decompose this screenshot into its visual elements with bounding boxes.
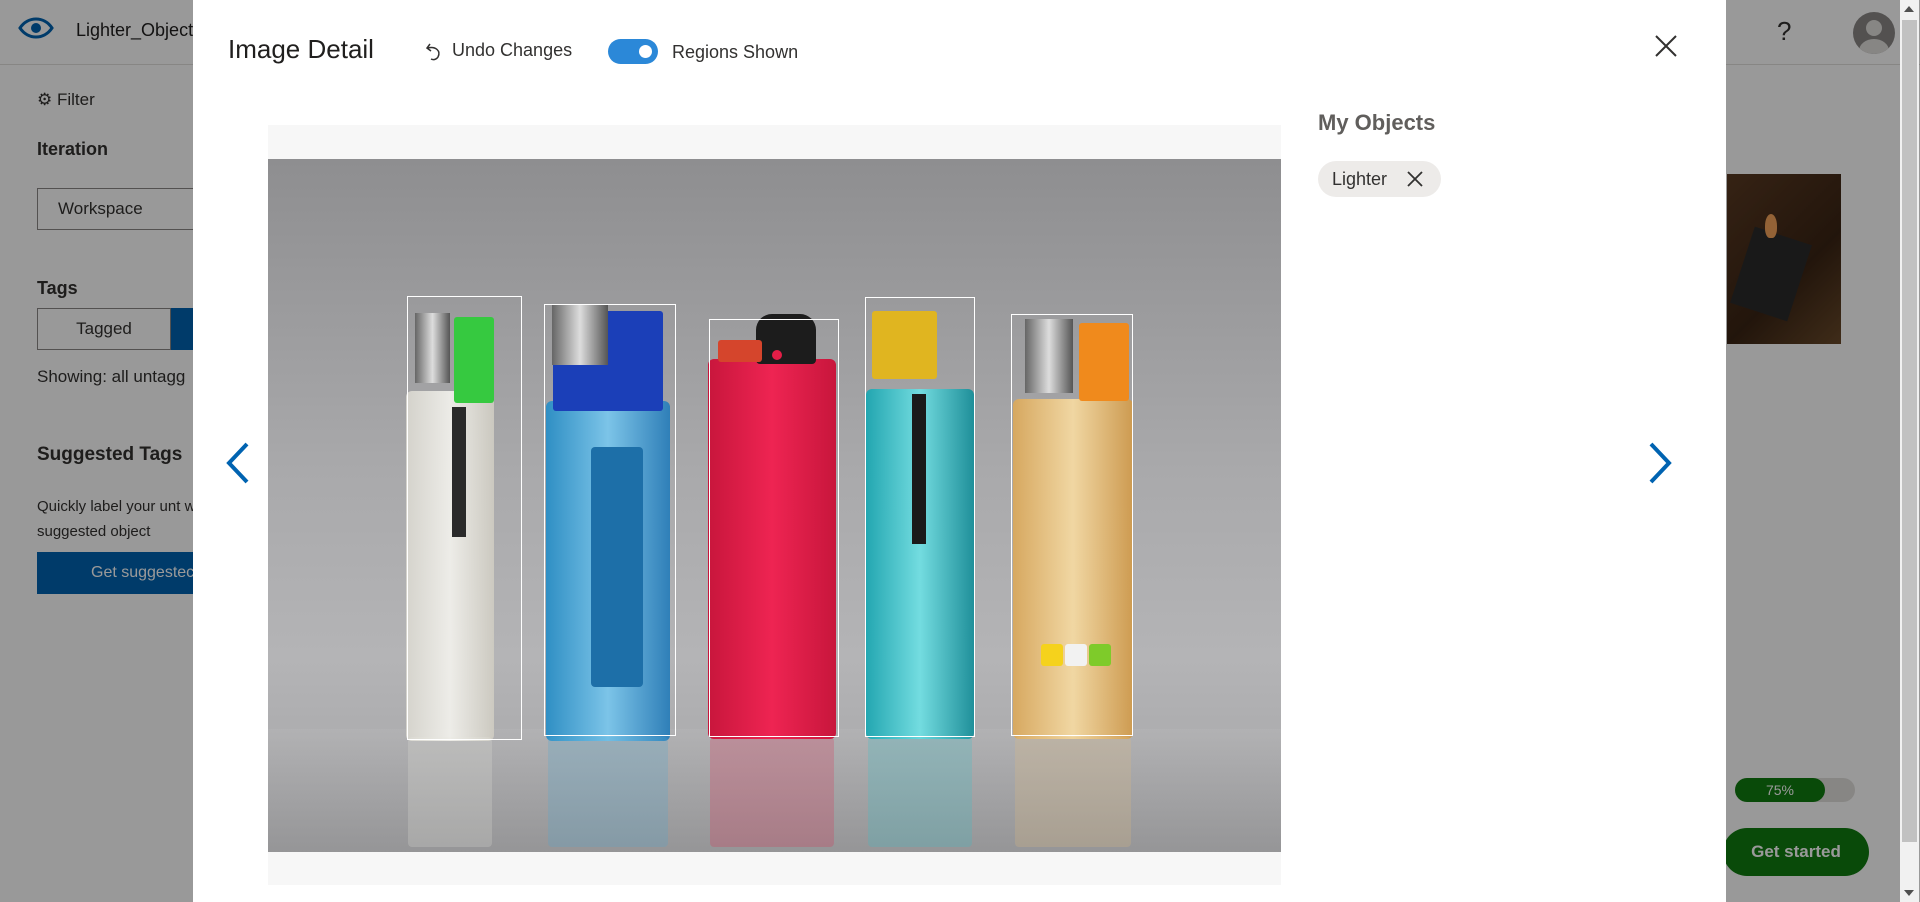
- scroll-up-icon[interactable]: [1904, 6, 1914, 12]
- region-box-3[interactable]: [709, 319, 839, 737]
- undo-changes-button[interactable]: Undo Changes: [426, 40, 572, 61]
- close-icon[interactable]: [1407, 171, 1423, 187]
- region-box-1[interactable]: [407, 296, 522, 740]
- regions-toggle-label: Regions Shown: [672, 42, 799, 62]
- chevron-right-icon[interactable]: [1645, 440, 1675, 486]
- scroll-down-icon[interactable]: [1904, 890, 1914, 896]
- my-objects-title: My Objects: [1318, 110, 1436, 135]
- region-box-5[interactable]: [1011, 314, 1133, 736]
- object-tag-chip: Lighter: [1318, 161, 1442, 197]
- undo-label: Undo Changes: [452, 40, 573, 60]
- chevron-left-icon[interactable]: [223, 440, 253, 486]
- scrollbar-thumb[interactable]: [1902, 20, 1917, 842]
- region-box-4[interactable]: [865, 297, 975, 737]
- undo-icon: [426, 43, 440, 60]
- modal-title: Image Detail: [228, 34, 374, 64]
- regions-toggle[interactable]: [608, 39, 658, 64]
- object-tag-label: Lighter: [1332, 169, 1388, 189]
- image-detail-modal: Image Detail Undo Changes Regions Shown: [193, 0, 1919, 902]
- modal-scrollbar[interactable]: [1900, 0, 1919, 902]
- close-icon[interactable]: [1653, 33, 1679, 59]
- region-box-2[interactable]: [544, 304, 676, 736]
